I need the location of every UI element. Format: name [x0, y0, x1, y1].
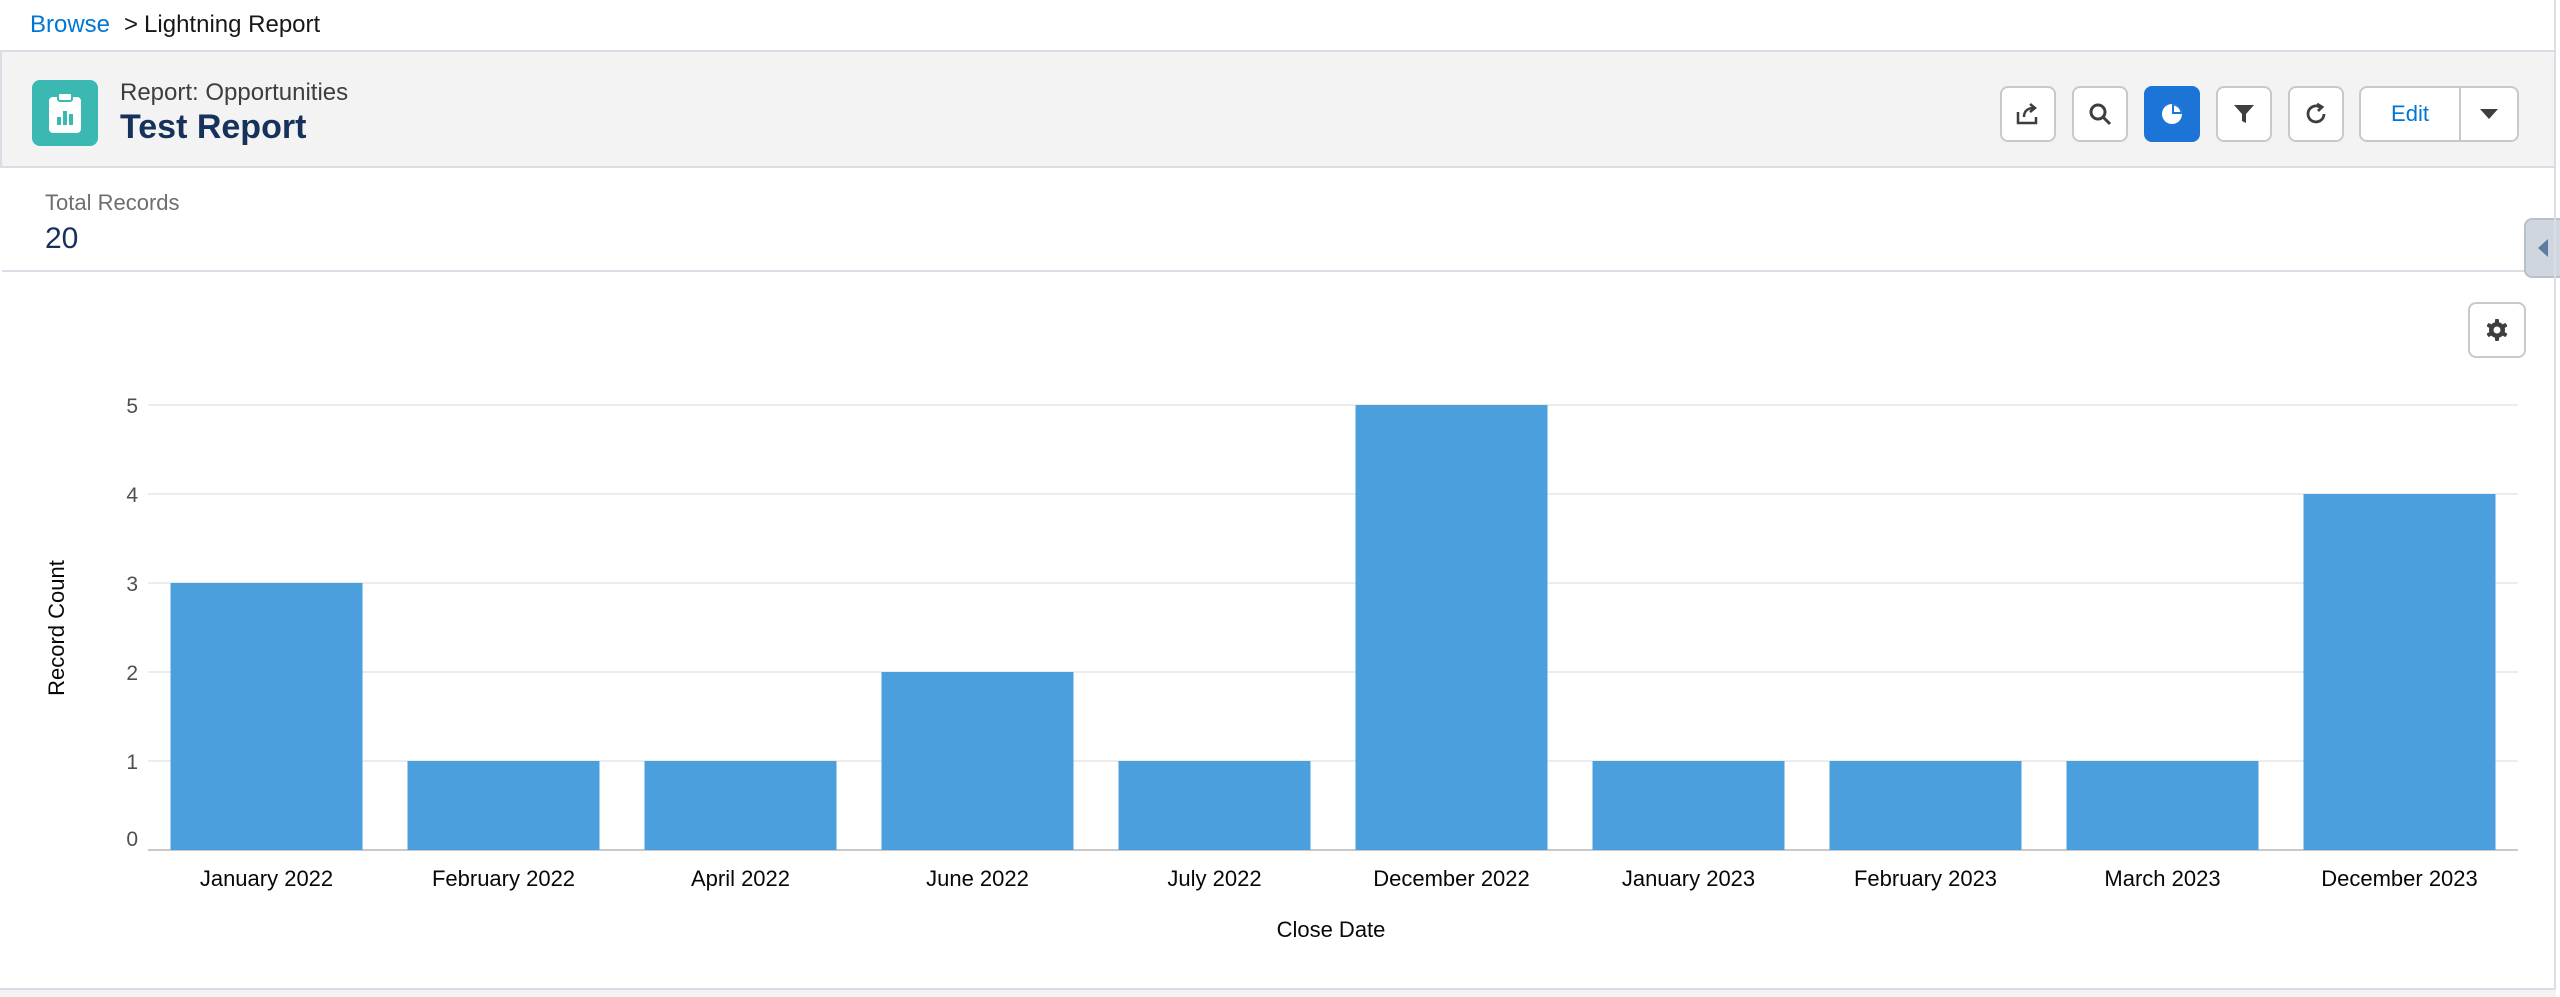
chevron-down-icon: [2480, 109, 2498, 119]
divider: [2, 270, 2554, 272]
total-records-label: Total Records: [45, 190, 180, 215]
x-tick-label: December 2023: [2321, 866, 2478, 891]
x-axis-label: Close Date: [1277, 917, 1386, 942]
report-icon: [32, 80, 98, 146]
table-header-strip: [0, 988, 2556, 997]
bar-chart: January 2022 February 2022 April 2022 June …: [44, 395, 2518, 942]
chart-toggle-button[interactable]: [2144, 86, 2200, 142]
bar[interactable]: [2303, 494, 2496, 850]
total-records-value: 20: [45, 222, 79, 255]
edit-button[interactable]: Edit: [2361, 88, 2461, 140]
bar[interactable]: [407, 761, 600, 850]
y-tick-label: 3: [126, 573, 138, 596]
edit-button-group: Edit: [2359, 86, 2519, 142]
search-button[interactable]: [2072, 86, 2128, 142]
y-tick-label: 5: [126, 395, 138, 418]
refresh-button[interactable]: [2288, 86, 2344, 142]
report-type-label: Report: Opportunities: [120, 79, 349, 106]
frame-border: [2554, 0, 2556, 997]
x-tick-label: March 2023: [2104, 866, 2220, 891]
x-tick-label: July 2022: [1167, 866, 1261, 891]
y-tick-label: 1: [126, 751, 138, 774]
x-tick-label: February 2022: [432, 866, 575, 891]
report-title: Test Report: [120, 108, 307, 146]
y-tick-label: 0: [126, 828, 138, 851]
breadcrumb-browse-link[interactable]: Browse: [30, 11, 110, 38]
breadcrumb: Browse > Lightning Report: [30, 10, 320, 40]
breadcrumb-current: Lightning Report: [144, 11, 321, 38]
bar[interactable]: [1829, 761, 2022, 850]
share-icon: [2016, 103, 2038, 125]
refresh-icon: [2306, 102, 2326, 124]
x-tick-label: June 2022: [926, 866, 1029, 891]
filter-button[interactable]: [2216, 86, 2272, 142]
chart-settings-button[interactable]: [2468, 302, 2526, 358]
chart-bars: [170, 405, 2496, 850]
x-tick-label: January 2022: [200, 866, 333, 891]
x-tick-label: February 2023: [1854, 866, 1997, 891]
y-tick-label: 4: [126, 484, 138, 507]
bar[interactable]: [1355, 405, 1548, 850]
bar[interactable]: [1592, 761, 1785, 850]
gear-icon: [2486, 319, 2508, 341]
x-tick-label: January 2023: [1622, 866, 1755, 891]
x-tick-label: December 2022: [1373, 866, 1530, 891]
bar[interactable]: [644, 761, 837, 850]
bar[interactable]: [881, 672, 1074, 850]
chart-icon: [2162, 104, 2182, 124]
x-tick-label: April 2022: [691, 866, 790, 891]
y-axis-label: Record Count: [44, 560, 69, 696]
edit-menu-button[interactable]: [2461, 88, 2517, 140]
share-button[interactable]: [2000, 86, 2056, 142]
bar[interactable]: [170, 583, 363, 850]
filter-icon: [2234, 105, 2254, 123]
total-records-summary: Total Records 20: [45, 190, 180, 256]
bar[interactable]: [1118, 761, 1311, 850]
search-icon: [2089, 103, 2112, 126]
chart-x-tick-labels: January 2022 February 2022 April 2022 June …: [200, 866, 2478, 891]
bar[interactable]: [2066, 761, 2259, 850]
chart-y-tick-labels: 0 1 2 3 4 5: [126, 395, 138, 851]
y-tick-label: 2: [126, 662, 138, 685]
breadcrumb-separator: >: [124, 11, 139, 38]
chevron-left-icon: [2538, 239, 2548, 257]
report-header: Report: Opportunities Test Report Edit: [0, 50, 2556, 168]
